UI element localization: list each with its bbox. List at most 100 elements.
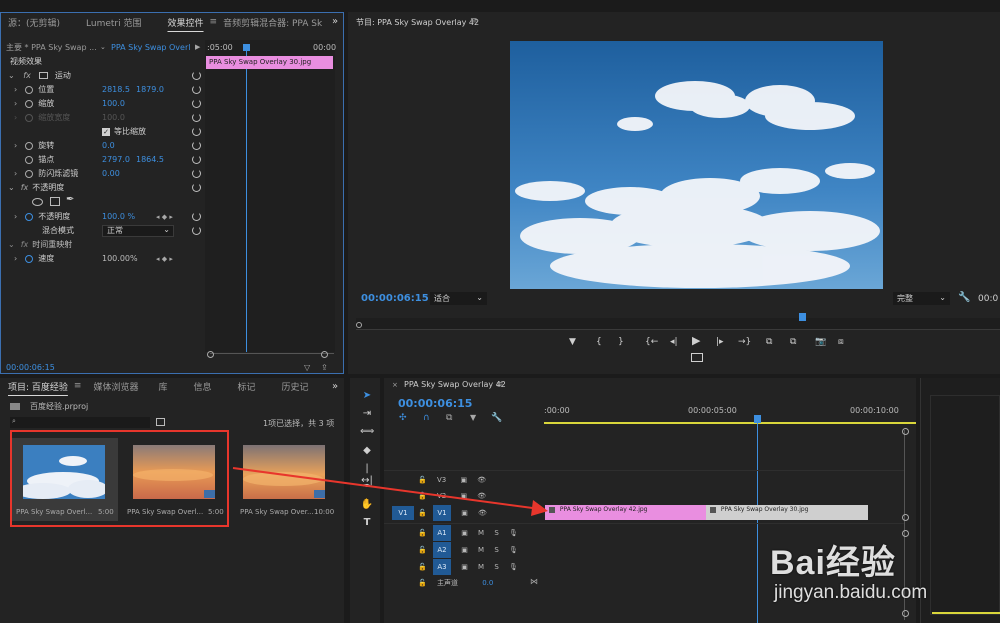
solo-button[interactable]: S [494, 529, 498, 537]
add-marker-icon[interactable]: ▼ [470, 413, 476, 422]
export-icon[interactable]: ⇪ [321, 363, 328, 372]
reset-icon[interactable] [192, 99, 201, 108]
solo-button[interactable]: S [494, 546, 498, 554]
stopwatch-icon[interactable] [25, 155, 34, 164]
close-icon[interactable]: × [392, 381, 398, 389]
selection-tool-icon[interactable]: ➤ [360, 390, 374, 402]
mic-icon[interactable]: 🎙 [509, 529, 518, 537]
expand-icon[interactable]: › [14, 169, 17, 178]
mic-icon[interactable]: 🎙 [509, 546, 518, 554]
rotation-value[interactable]: 0.0 [102, 139, 115, 153]
tab-effect-controls[interactable]: 效果控件 [162, 16, 210, 29]
menu-icon[interactable]: ≡ [470, 16, 478, 26]
pen-mask-icon[interactable]: ✒ [66, 194, 74, 205]
program-timecode[interactable]: 00:00:06:15 [361, 293, 429, 304]
reset-icon[interactable] [192, 127, 201, 136]
stopwatch-icon[interactable] [25, 85, 34, 94]
stopwatch-icon[interactable] [25, 141, 34, 150]
track-a2-label[interactable]: A2 [432, 542, 451, 558]
program-playhead[interactable] [799, 313, 806, 321]
scroll-handle-right[interactable] [321, 351, 328, 358]
filter-icon[interactable]: ▽ [304, 363, 310, 372]
lock-icon[interactable]: 🔓 [418, 563, 427, 571]
tab-audio-mixer[interactable]: 音频剪辑混合器: PPA Sk [217, 16, 328, 29]
reset-icon[interactable] [192, 141, 201, 150]
position-x[interactable]: 2818.5 [102, 83, 130, 97]
expand-icon[interactable]: › [14, 141, 17, 150]
rectangle-mask-icon[interactable] [50, 197, 60, 206]
menu-icon[interactable]: ≡ [74, 381, 82, 391]
project-search-input[interactable]: ⌕ [10, 417, 150, 428]
reset-icon[interactable] [192, 155, 201, 164]
flicker-value[interactable]: 0.00 [102, 167, 120, 181]
go-to-out-button[interactable]: →} [738, 337, 751, 347]
tab-markers[interactable]: 标记 [232, 380, 262, 393]
keyframe-nav-icon[interactable]: ◂ ◆ ▸ [156, 252, 173, 266]
anchor-x[interactable]: 2797.0 [102, 153, 130, 167]
snap-icon[interactable]: ✣ [399, 413, 407, 423]
ellipse-mask-icon[interactable] [32, 198, 43, 206]
stopwatch-icon-active[interactable] [25, 254, 34, 263]
track-a3-label[interactable]: A3 [432, 559, 451, 575]
expand-icon[interactable]: › [14, 254, 17, 263]
mute-button[interactable]: M [478, 529, 484, 537]
mute-button[interactable]: M [478, 546, 484, 554]
expand-icon[interactable]: › [14, 99, 17, 108]
menu-icon[interactable]: ≡ [496, 380, 504, 390]
program-video-frame[interactable] [510, 41, 883, 289]
play-only-icon[interactable]: ▶ [195, 43, 200, 51]
quality-select[interactable]: 完整 ⌄ [893, 292, 950, 305]
keyframe-nav-icon[interactable]: ◂ ◆ ▸ [156, 210, 173, 224]
tab-libraries[interactable]: 库 [152, 380, 173, 393]
master-pan-icon[interactable]: ⋈ [530, 577, 538, 586]
master-track-value[interactable]: 0.0 [482, 579, 493, 587]
mini-playhead[interactable] [246, 46, 247, 352]
mini-playhead-handle[interactable] [243, 44, 250, 51]
reset-icon[interactable] [192, 85, 201, 94]
magnet-icon[interactable]: ∩ [423, 413, 430, 423]
tab-source[interactable]: 源：(无剪辑) [2, 16, 66, 29]
tab-media-browser[interactable]: 媒体浏览器 [87, 380, 144, 393]
fit-select[interactable]: 适合 ⌄ [430, 292, 487, 305]
track-a1-header[interactable]: 🔓 A1 ▣ M S 🎙 [418, 525, 518, 541]
track-a2-header[interactable]: 🔓 A2 ▣ M S 🎙 [418, 542, 518, 558]
ec-scrollbar[interactable] [210, 353, 334, 358]
blend-mode-select[interactable]: 正常 ⌄ [102, 225, 174, 237]
new-bin-icon[interactable] [156, 418, 165, 426]
mini-clip[interactable]: PPA Sky Swap Overlay 30.jpg [206, 56, 333, 69]
mark-out-button[interactable]: } [618, 337, 624, 347]
clip-overlay-30[interactable]: PPA Sky Swap Overlay 30.jpg [706, 505, 868, 520]
stopwatch-icon[interactable] [25, 99, 34, 108]
reset-icon[interactable] [192, 71, 201, 80]
expand-icon[interactable]: › [14, 85, 17, 94]
program-scrub-bar[interactable] [356, 318, 1000, 330]
track-select-icon[interactable]: ⇥ [360, 408, 374, 420]
menu-icon[interactable]: ≡ [210, 17, 218, 27]
extract-button[interactable]: ⧉ [790, 337, 796, 347]
razor-icon[interactable]: ◆ [360, 445, 374, 457]
step-back-button[interactable]: ◂| [670, 337, 678, 347]
position-y[interactable]: 1879.0 [136, 83, 164, 97]
tab-project[interactable]: 项目: 百度经验 [2, 380, 74, 393]
reset-icon[interactable] [192, 169, 201, 178]
go-to-in-button[interactable]: {← [645, 337, 658, 347]
expand-icon[interactable]: › [14, 212, 17, 221]
opacity-section-row[interactable]: ⌄ fx 不透明度 [8, 181, 64, 195]
clip-overlay-42[interactable]: PPA Sky Swap Overlay 42.jpg [545, 505, 706, 520]
mark-in-button[interactable]: { [596, 337, 602, 347]
film-icon[interactable]: ▣ [461, 529, 468, 537]
solo-button[interactable]: S [494, 563, 498, 571]
track-a1-label[interactable]: A1 [432, 525, 451, 541]
motion-row[interactable]: ⌄ fx 运动 [8, 69, 71, 83]
timeline-playhead-handle[interactable] [754, 415, 761, 423]
track-a3-header[interactable]: 🔓 A3 ▣ M S 🎙 [418, 559, 518, 575]
wrench-icon[interactable]: 🔧 [491, 413, 502, 423]
reset-icon[interactable] [192, 183, 201, 192]
program-title[interactable]: 节目: PPA Sky Swap Overlay 42 [356, 17, 479, 28]
linked-selection-icon[interactable]: ⧉ [446, 413, 452, 423]
reset-icon[interactable] [192, 226, 201, 235]
tab-info[interactable]: 信息 [187, 380, 217, 393]
reset-icon[interactable] [192, 212, 201, 221]
step-forward-button[interactable]: |▸ [716, 337, 724, 347]
scale-value[interactable]: 100.0 [102, 97, 125, 111]
